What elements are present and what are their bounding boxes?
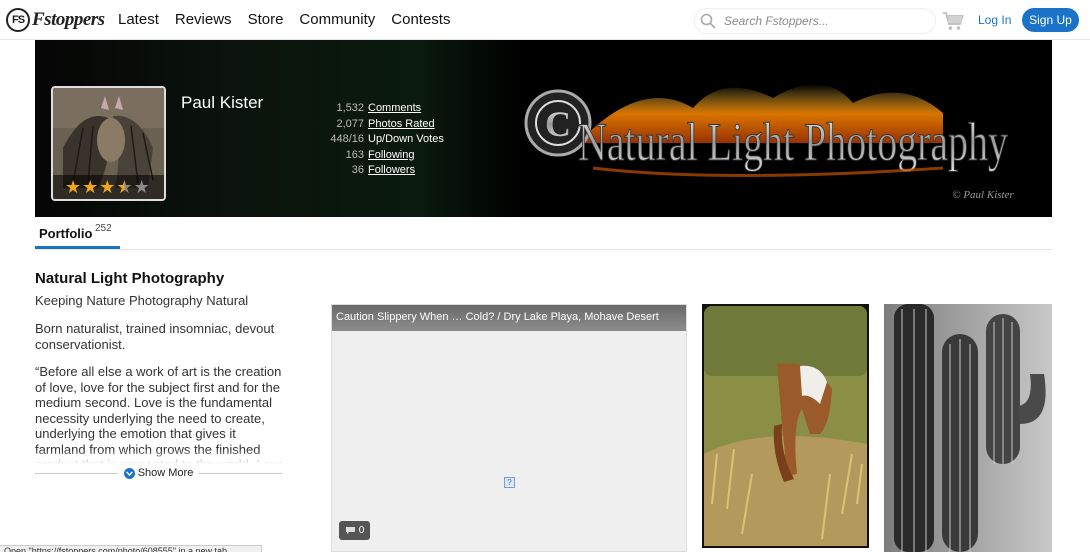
divider-line bbox=[35, 472, 118, 474]
stat-value: 2,077 bbox=[336, 117, 364, 130]
divider-line bbox=[199, 472, 283, 474]
profile-tabs: Portfolio 252 bbox=[35, 217, 1052, 250]
photos-rated-link[interactable]: Photos Rated bbox=[368, 117, 435, 133]
empty-star-icon: ★ bbox=[133, 177, 150, 197]
top-navigation-bar: FS Fstoppers Latest Reviews Store Commun… bbox=[0, 0, 1090, 40]
show-more-label: Show More bbox=[137, 467, 194, 479]
broken-image-icon: ? bbox=[504, 477, 515, 488]
banner-title-text: Natural Light Photography bbox=[578, 112, 1008, 172]
portfolio-photo-card[interactable]: Caution Slippery When … Cold? / Dry Lake… bbox=[331, 304, 687, 552]
signup-button[interactable]: Sign Up bbox=[1022, 8, 1079, 32]
stat-value: 448/16 bbox=[330, 133, 364, 145]
comments-link[interactable]: Comments bbox=[368, 101, 421, 117]
nav-link-latest[interactable]: Latest bbox=[118, 11, 159, 28]
portfolio-photo-saguaro[interactable] bbox=[884, 304, 1052, 552]
following-link[interactable]: Following bbox=[368, 148, 414, 164]
nav-link-community[interactable]: Community bbox=[299, 11, 375, 28]
saguaro-photo bbox=[884, 304, 1052, 552]
stat-followers: 36 Followers bbox=[297, 163, 444, 179]
tab-portfolio-label: Portfolio bbox=[39, 226, 93, 241]
fstoppers-logo[interactable]: FS Fstoppers bbox=[6, 8, 105, 32]
logo-text: Fstoppers bbox=[32, 9, 105, 30]
star-icon: ★ bbox=[82, 177, 99, 197]
profile-bio: Natural Light Photography Keeping Nature… bbox=[35, 270, 285, 464]
votes-label: Up/Down Votes bbox=[368, 133, 444, 145]
portfolio-count-badge: 252 bbox=[95, 223, 112, 234]
photo-caption: Caution Slippery When … Cold? / Dry Lake… bbox=[332, 305, 686, 331]
logo-mark: FS bbox=[6, 8, 30, 32]
search-box bbox=[694, 8, 936, 34]
stat-votes: 448/16 Up/Down Votes bbox=[297, 132, 444, 148]
portfolio-photo-horse[interactable] bbox=[702, 304, 869, 548]
show-more-button[interactable]: Show More bbox=[118, 467, 200, 479]
bio-quote-paragraph: “Before all else a work of art is the cr… bbox=[35, 364, 285, 464]
svg-text:C: C bbox=[545, 104, 571, 144]
browser-status-bar: Open "https://fstoppers.com/photo/608555… bbox=[0, 545, 262, 552]
show-more-divider: Show More bbox=[35, 465, 283, 481]
avatar[interactable]: ★ ★ ★ ★ ★ bbox=[51, 86, 166, 201]
horse-photo bbox=[704, 306, 867, 546]
rating-stars: ★ ★ ★ ★ ★ bbox=[53, 175, 164, 199]
profile-banner: ★ ★ ★ ★ ★ Paul Kister 1,532 Comments 2,0… bbox=[35, 40, 1052, 217]
stat-value: 36 bbox=[351, 164, 364, 176]
stat-value: 1,532 bbox=[336, 102, 364, 114]
star-icon: ★ bbox=[65, 177, 82, 197]
search-icon[interactable] bbox=[700, 13, 716, 29]
chevron-down-icon bbox=[123, 467, 135, 479]
comment-count-badge[interactable]: 0 bbox=[339, 521, 370, 540]
profile-name: Paul Kister bbox=[181, 93, 264, 112]
cart-icon[interactable] bbox=[942, 11, 964, 31]
comment-count: 0 bbox=[358, 525, 365, 536]
comment-icon bbox=[345, 527, 355, 535]
banner-logo-graphic: C Natural Light Photography © Paul Kiste… bbox=[524, 84, 1014, 201]
nav-link-contests[interactable]: Contests bbox=[391, 11, 450, 28]
stat-comments: 1,532 Comments bbox=[297, 101, 444, 117]
half-star-icon: ★ bbox=[116, 177, 133, 197]
bio-subtitle: Keeping Nature Photography Natural bbox=[35, 293, 249, 308]
banner-signature: © Paul Kister bbox=[952, 189, 1014, 201]
search-input[interactable] bbox=[724, 14, 924, 28]
nav-link-reviews[interactable]: Reviews bbox=[175, 11, 232, 28]
main-nav-links: Latest Reviews Store Community Contests bbox=[118, 11, 450, 28]
bio-paragraph: Born naturalist, trained insomniac, devo… bbox=[35, 321, 275, 352]
bio-title: Natural Light Photography bbox=[35, 270, 225, 287]
stat-value: 163 bbox=[345, 148, 364, 161]
login-link[interactable]: Log In bbox=[978, 13, 1011, 27]
nav-link-store[interactable]: Store bbox=[248, 11, 284, 28]
profile-stats: 1,532 Comments 2,077 Photos Rated 448/16… bbox=[297, 101, 444, 179]
tab-portfolio[interactable]: Portfolio 252 bbox=[35, 217, 120, 249]
stat-photos-rated: 2,077 Photos Rated bbox=[297, 117, 444, 133]
star-icon: ★ bbox=[99, 177, 116, 197]
followers-link[interactable]: Followers bbox=[368, 163, 415, 179]
stat-following: 163 Following bbox=[297, 148, 444, 164]
